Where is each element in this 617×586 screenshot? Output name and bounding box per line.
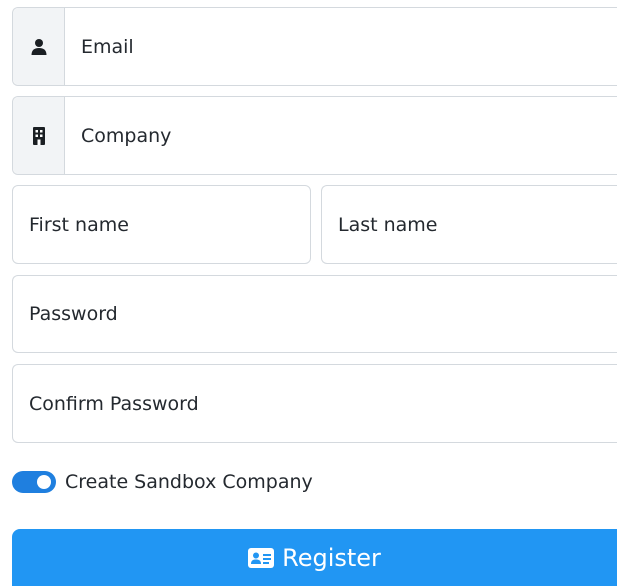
building-icon [32, 126, 45, 145]
sandbox-toggle-label[interactable]: Create Sandbox Company [65, 471, 313, 493]
email-field[interactable]: Email [12, 7, 617, 86]
registration-form: Email Company First name Last name Passw… [0, 0, 617, 586]
company-addon [13, 97, 65, 174]
confirm-password-field[interactable]: Confirm Password [12, 364, 617, 443]
email-addon [13, 8, 65, 85]
company-placeholder: Company [81, 124, 172, 147]
last-name-placeholder: Last name [338, 213, 438, 236]
password-field[interactable]: Password [12, 275, 617, 353]
confirm-password-placeholder: Confirm Password [29, 392, 199, 415]
user-icon [31, 38, 46, 55]
first-name-placeholder: First name [29, 213, 129, 236]
sandbox-toggle-switch[interactable] [12, 471, 56, 493]
password-placeholder: Password [29, 303, 118, 325]
first-name-field[interactable]: First name [12, 185, 311, 264]
switch-knob [37, 475, 51, 489]
register-button[interactable]: Register [12, 529, 617, 586]
register-button-label: Register [282, 543, 381, 572]
sandbox-toggle-row: Create Sandbox Company [12, 468, 313, 496]
email-placeholder: Email [81, 35, 134, 58]
last-name-field[interactable]: Last name [321, 185, 617, 264]
id-card-icon [248, 547, 275, 568]
company-field[interactable]: Company [12, 96, 617, 175]
